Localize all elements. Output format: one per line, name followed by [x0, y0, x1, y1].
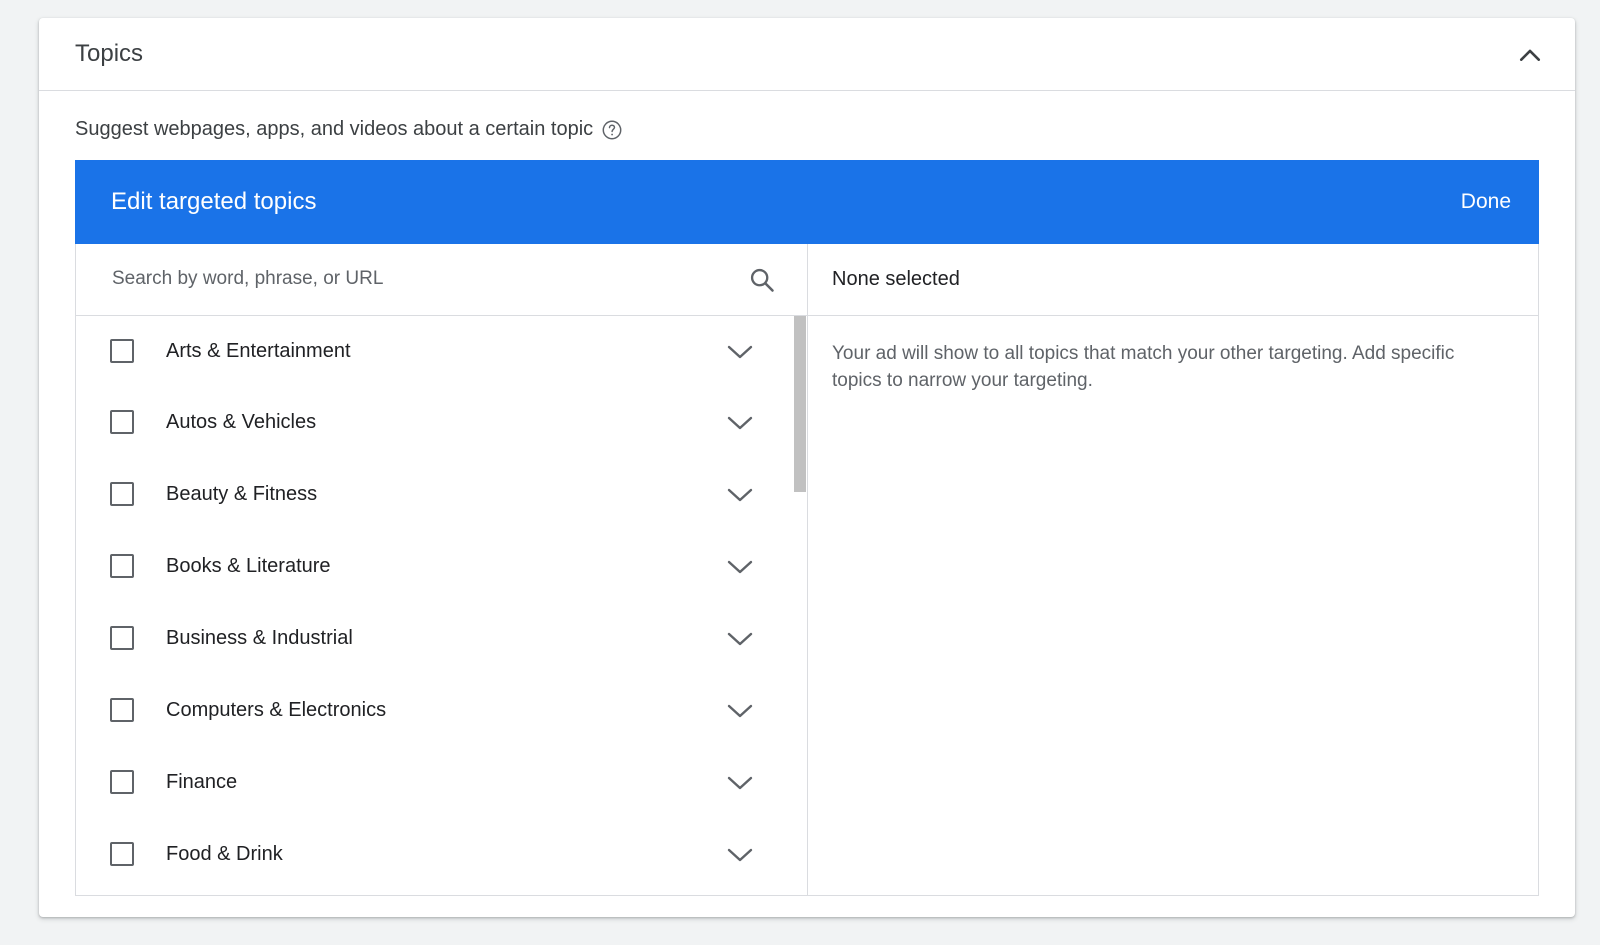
- topic-checkbox[interactable]: [110, 626, 134, 650]
- chevron-up-icon: [1519, 49, 1541, 61]
- topics-description: Suggest webpages, apps, and videos about…: [75, 118, 623, 141]
- chevron-down-icon[interactable]: [726, 771, 754, 795]
- chevron-down-icon[interactable]: [726, 555, 754, 579]
- topic-row-food-drink[interactable]: Food & Drink: [76, 819, 792, 891]
- topic-checkbox[interactable]: [110, 410, 134, 434]
- search-icon[interactable]: [748, 266, 776, 294]
- topic-row-beauty-fitness[interactable]: Beauty & Fitness: [76, 459, 792, 531]
- topic-browser: Arts & Entertainment Autos & Vehicles Be…: [76, 244, 808, 895]
- topic-row-books-literature[interactable]: Books & Literature: [76, 531, 792, 603]
- topic-checkbox[interactable]: [110, 842, 134, 866]
- search-input[interactable]: [112, 264, 712, 294]
- topic-editor: Edit targeted topics Done Arts & Enterta…: [75, 160, 1539, 896]
- search-row: [76, 244, 807, 316]
- topic-row-finance[interactable]: Finance: [76, 747, 792, 819]
- chevron-down-icon[interactable]: [726, 627, 754, 651]
- topics-card: Topics Suggest webpages, apps, and video…: [39, 18, 1575, 917]
- selection-status: None selected: [832, 268, 960, 290]
- topic-label: Business & Industrial: [166, 627, 353, 649]
- topic-label: Books & Literature: [166, 555, 331, 577]
- topic-list-scrollbar[interactable]: [792, 316, 807, 895]
- topic-checkbox[interactable]: [110, 770, 134, 794]
- topic-label: Autos & Vehicles: [166, 411, 317, 433]
- card-title: Topics: [75, 40, 144, 67]
- topic-label: Computers & Electronics: [166, 699, 387, 721]
- topic-row-business-industrial[interactable]: Business & Industrial: [76, 603, 792, 675]
- chevron-down-icon[interactable]: [726, 483, 754, 507]
- targeting-note: Your ad will show to all topics that mat…: [832, 343, 1455, 391]
- chevron-down-icon[interactable]: [726, 843, 754, 867]
- collapse-button[interactable]: [1513, 38, 1547, 72]
- chevron-down-icon[interactable]: [726, 411, 754, 435]
- topic-row-autos-vehicles[interactable]: Autos & Vehicles: [76, 387, 792, 459]
- chevron-down-icon[interactable]: [726, 699, 754, 723]
- chevron-down-icon[interactable]: [726, 340, 754, 364]
- selected-topics-panel: None selected Your ad will show to all t…: [808, 244, 1538, 895]
- topic-checkbox[interactable]: [110, 482, 134, 506]
- selected-header: None selected: [808, 244, 1538, 316]
- topic-label: Food & Drink: [166, 843, 283, 865]
- topic-label: Finance: [166, 771, 238, 793]
- topic-checkbox[interactable]: [110, 554, 134, 578]
- topic-row-computers-electronics[interactable]: Computers & Electronics: [76, 675, 792, 747]
- scrollbar-thumb[interactable]: [794, 316, 806, 492]
- topic-list: Arts & Entertainment Autos & Vehicles Be…: [76, 316, 792, 895]
- topic-checkbox[interactable]: [110, 339, 134, 363]
- editor-title-bar: Edit targeted topics Done: [75, 160, 1539, 244]
- description-text: Suggest webpages, apps, and videos about…: [75, 118, 594, 140]
- topic-label: Beauty & Fitness: [166, 483, 318, 505]
- help-circle-icon[interactable]: [601, 119, 623, 141]
- topic-label: Arts & Entertainment: [166, 340, 351, 362]
- card-header[interactable]: Topics: [39, 18, 1575, 91]
- topic-row-arts-entertainment[interactable]: Arts & Entertainment: [76, 316, 792, 388]
- editor-title: Edit targeted topics: [111, 188, 317, 215]
- done-button[interactable]: Done: [1461, 190, 1511, 214]
- topic-checkbox[interactable]: [110, 698, 134, 722]
